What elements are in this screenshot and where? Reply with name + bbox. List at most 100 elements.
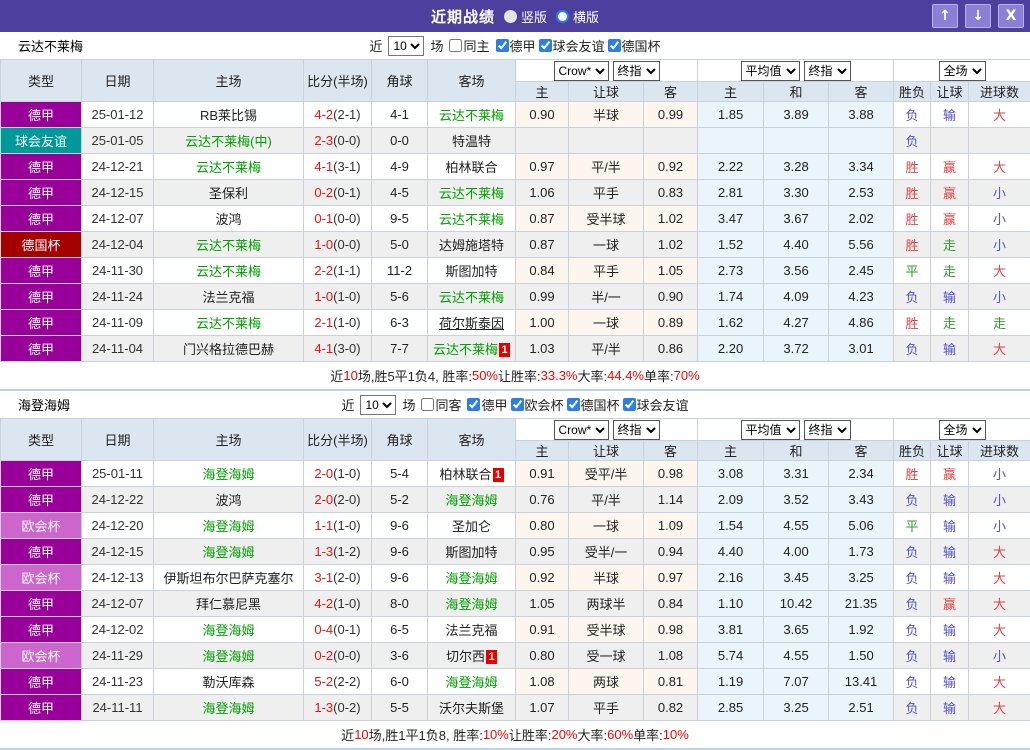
result-goals: 小 <box>969 284 1030 310</box>
average-odds-group: 平均值终指 <box>698 419 894 441</box>
same-venue-filter[interactable]: 同主 <box>449 36 489 55</box>
league-badge: 德甲 <box>1 487 82 513</box>
league-filter-德国杯[interactable]: 德国杯 <box>567 395 620 414</box>
corner-score: 6-3 <box>372 310 428 336</box>
result-goals: 大 <box>969 565 1030 591</box>
result-handicap: 赢 <box>931 591 969 617</box>
half-score: (2-0) <box>333 492 360 507</box>
league-filter-checkbox[interactable] <box>511 398 524 411</box>
recent-count-select[interactable]: 10 <box>388 36 424 56</box>
result-handicap: 输 <box>931 102 969 128</box>
same-venue-checkbox[interactable] <box>449 39 462 52</box>
league-filter-德甲[interactable]: 德甲 <box>496 36 536 55</box>
score-cell: 4-2(1-0) <box>304 591 372 617</box>
half-score: (0-0) <box>333 211 360 226</box>
league-badge: 欧会杯 <box>1 565 82 591</box>
crow-away-odds: 0.83 <box>644 180 698 206</box>
summary-segment: 44.4% <box>607 368 644 383</box>
league-filter-欧会杯[interactable]: 欧会杯 <box>511 395 564 414</box>
subcol-goals-result: 进球数 <box>969 82 1030 102</box>
bookmaker-select[interactable]: Crow* <box>554 420 609 440</box>
score-cell: 0-1(0-0) <box>304 206 372 232</box>
final-odds-select-2[interactable]: 终指 <box>804 420 851 440</box>
final-score: 0-2 <box>314 648 333 663</box>
team-name: 云达不莱梅 <box>18 36 83 55</box>
league-filter-checkbox[interactable] <box>496 39 509 52</box>
score-cell: 5-2(2-2) <box>304 669 372 695</box>
league-filter-checkbox[interactable] <box>539 39 552 52</box>
move-up-button[interactable]: ↑ <box>932 4 958 28</box>
away-team-cell: 圣加仑 <box>428 513 516 539</box>
fulltime-select[interactable]: 全场 <box>939 420 986 440</box>
away-team-name: 斯图加特 <box>445 264 497 279</box>
corner-score: 0-0 <box>372 128 428 154</box>
league-filter-checkbox[interactable] <box>608 39 621 52</box>
same-venue-filter[interactable]: 同客 <box>421 395 461 414</box>
move-down-button[interactable]: ↓ <box>965 4 991 28</box>
avg-home-odds: 2.09 <box>698 487 764 513</box>
section-heidenheim: 海登海姆 近 10 场 同客 德甲欧会杯德国杯球会友谊 类型 日期 主场 比分(… <box>0 391 1030 750</box>
summary-line: 近10场,胜5平1负4, 胜率:50% 让胜率:33.3% 大率:44.4% 单… <box>0 362 1030 389</box>
filter-bar: 云达不莱梅 近 10 场 同主 德甲球会友谊德国杯 <box>0 32 1030 59</box>
bookmaker-select[interactable]: Crow* <box>554 61 609 81</box>
average-select[interactable]: 平均值 <box>741 61 800 81</box>
avg-away-odds: 2.53 <box>829 180 894 206</box>
final-score: 1-0 <box>314 289 333 304</box>
radio-vertical-label: 竖版 <box>521 7 547 26</box>
avg-away-odds: 3.43 <box>829 487 894 513</box>
crow-away-odds: 1.02 <box>644 206 698 232</box>
league-filter-checkbox[interactable] <box>467 398 480 411</box>
league-filter-球会友谊[interactable]: 球会友谊 <box>539 36 605 55</box>
close-button[interactable]: X <box>998 4 1024 28</box>
crow-home-odds: 0.92 <box>516 565 569 591</box>
home-team-name: 云达不莱梅(中) <box>185 134 272 149</box>
recent-count-select[interactable]: 10 <box>360 395 396 415</box>
final-odds-select[interactable]: 终指 <box>613 61 660 81</box>
half-score: (0-0) <box>333 237 360 252</box>
match-date: 25-01-11 <box>82 461 154 487</box>
home-team-cell: 勒沃库森 <box>154 669 304 695</box>
final-score: 4-1 <box>314 341 333 356</box>
avg-draw-odds: 3.28 <box>764 154 829 180</box>
same-venue-checkbox[interactable] <box>421 398 434 411</box>
layout-radio-vertical[interactable]: 竖版 <box>504 7 547 26</box>
league-filter-checkbox[interactable] <box>623 398 636 411</box>
avg-draw-odds: 4.00 <box>764 539 829 565</box>
result-handicap: 走 <box>931 232 969 258</box>
crow-home-odds: 0.80 <box>516 513 569 539</box>
crow-handicap: 平手 <box>569 695 644 721</box>
half-score: (1-0) <box>333 466 360 481</box>
away-team-name: 斯图加特 <box>445 545 497 560</box>
fulltime-select[interactable]: 全场 <box>939 61 986 81</box>
layout-radio-horizontal[interactable]: 横版 <box>556 7 599 26</box>
league-filter-球会友谊[interactable]: 球会友谊 <box>623 395 689 414</box>
summary-segment: 场,胜5平1负4, 胜率: <box>358 366 472 385</box>
match-row: 德甲24-11-11海登海姆1-3(0-2)5-5沃尔夫斯堡1.07平手0.82… <box>1 695 1030 721</box>
final-odds-select[interactable]: 终指 <box>613 420 660 440</box>
league-filter-德甲[interactable]: 德甲 <box>467 395 507 414</box>
home-team-cell: RB莱比锡 <box>154 102 304 128</box>
avg-away-odds: 21.35 <box>829 591 894 617</box>
away-team-name[interactable]: 荷尔斯泰因 <box>439 316 504 331</box>
final-odds-select-2[interactable]: 终指 <box>804 61 851 81</box>
crow-away-odds: 0.97 <box>644 565 698 591</box>
close-icon: X <box>1006 8 1017 24</box>
crow-away-odds: 1.14 <box>644 487 698 513</box>
avg-draw-odds: 4.27 <box>764 310 829 336</box>
match-date: 24-12-15 <box>82 180 154 206</box>
away-team-cell: 云达不莱梅 <box>428 284 516 310</box>
league-filter-德国杯[interactable]: 德国杯 <box>608 36 661 55</box>
league-filter-checkbox[interactable] <box>567 398 580 411</box>
match-date: 24-12-04 <box>82 232 154 258</box>
subcol-avg-home: 主 <box>698 82 764 102</box>
titlebar-buttons: ↑ ↓ X <box>932 4 1024 28</box>
home-team-name: 海登海姆 <box>202 701 254 716</box>
result-handicap: 输 <box>931 513 969 539</box>
result-handicap: 输 <box>931 487 969 513</box>
final-score: 1-1 <box>314 518 333 533</box>
avg-home-odds: 1.10 <box>698 591 764 617</box>
average-select[interactable]: 平均值 <box>741 420 800 440</box>
result-goals: 大 <box>969 154 1030 180</box>
result-goals: 大 <box>969 669 1030 695</box>
league-filter-label: 德国杯 <box>622 36 661 55</box>
